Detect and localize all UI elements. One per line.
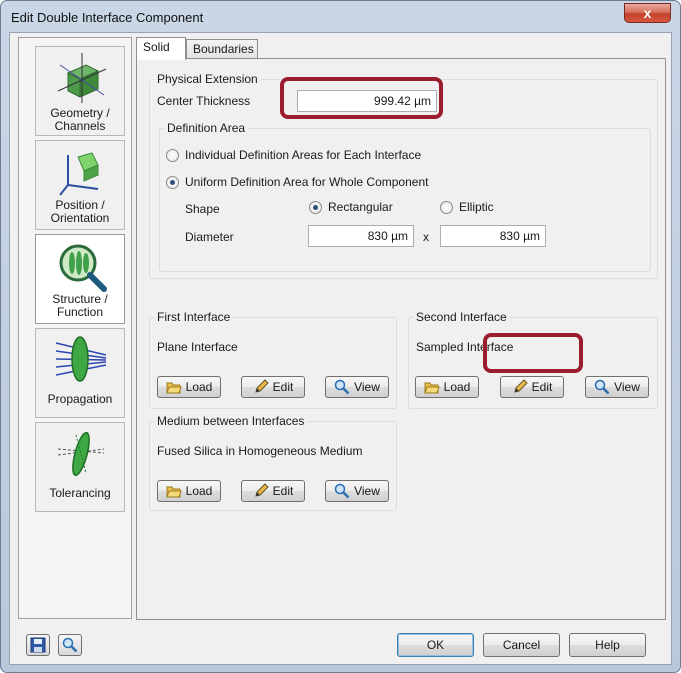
nav-item-geometry[interactable]: Geometry / Channels [35,46,125,136]
help-button[interactable]: Help [569,633,646,657]
zoom-button[interactable] [58,634,82,656]
category-nav: Geometry / Channels Position / Orientati… [18,37,132,619]
ok-button[interactable]: OK [397,633,474,657]
first-interface-edit-label: Edit [272,380,294,394]
nav-label-structure: Structure / Function [52,292,108,319]
nav-label-tolerancing: Tolerancing [49,486,111,500]
diameter-x-input[interactable]: 830 µm [308,225,414,247]
tolerancing-lens-icon [57,431,105,477]
physical-extension-title: Physical Extension [154,72,261,86]
second-interface-view-label: View [614,380,640,394]
medium-title: Medium between Interfaces [154,414,308,428]
geometry-cube-icon [57,53,107,103]
magnifier-icon [594,379,610,395]
first-interface-load-button[interactable]: Load [157,376,221,398]
shape-label: Shape [185,202,220,216]
individual-areas-label: Individual Definition Areas for Each Int… [185,148,422,162]
medium-group: Medium between Interfaces Fused Silica i… [149,414,397,511]
first-interface-view-label: View [354,380,380,394]
definition-area-title: Definition Area [164,121,249,135]
edit-button-highlight [483,333,583,373]
close-icon: x [643,5,652,21]
nav-item-tolerancing[interactable]: Tolerancing [35,422,125,512]
close-button[interactable]: x [624,3,671,23]
second-interface-view-button[interactable]: View [585,376,649,398]
medium-edit-label: Edit [272,484,294,498]
pencil-icon [254,483,269,497]
nav-item-structure[interactable]: Structure / Function [35,234,125,324]
first-interface-view-button[interactable]: View [325,376,389,398]
nav-item-propagation[interactable]: Propagation [35,328,125,418]
dialog-client: Geometry / Channels Position / Orientati… [9,32,672,665]
medium-view-button[interactable]: View [325,480,389,502]
uniform-area-label: Uniform Definition Area for Whole Compon… [185,175,429,189]
save-button[interactable] [26,634,50,656]
center-thickness-highlight [280,77,443,119]
diameter-times-label: x [423,230,429,244]
definition-area-group: Definition Area Individual Definition Ar… [159,121,651,272]
tab-solid[interactable]: Solid [136,37,186,60]
folder-open-icon [165,486,182,498]
rectangular-radio[interactable] [309,201,322,214]
position-axes-icon [59,152,99,196]
propagation-lens-icon [55,336,107,382]
floppy-disk-icon [30,637,46,653]
diameter-label: Diameter [185,230,234,244]
nav-label-geometry: Geometry / Channels [50,106,110,133]
nav-label-position: Position / Orientation [50,198,110,225]
elliptic-label: Elliptic [459,200,494,214]
first-interface-group: First Interface Plane Interface Load Edi… [149,310,397,409]
second-interface-edit-label: Edit [531,380,553,394]
pencil-icon [254,379,269,393]
individual-areas-radio[interactable] [166,149,179,162]
title-bar[interactable]: Edit Double Interface Component x [1,1,680,34]
first-interface-load-label: Load [185,380,213,394]
first-interface-title: First Interface [154,310,234,324]
magnifier-icon [334,483,350,499]
nav-item-position[interactable]: Position / Orientation [35,140,125,230]
folder-open-icon [165,382,182,394]
center-thickness-label: Center Thickness [157,94,251,108]
first-interface-value: Plane Interface [157,340,238,354]
second-interface-load-label: Load [443,380,471,394]
magnifier-icon [62,637,78,653]
elliptic-radio[interactable] [440,201,453,214]
second-interface-edit-button[interactable]: Edit [500,376,564,398]
first-interface-edit-button[interactable]: Edit [241,376,305,398]
cancel-button[interactable]: Cancel [483,633,560,657]
folder-open-icon [423,382,440,394]
medium-view-label: View [354,484,380,498]
tab-panel-solid: Physical Extension Center Thickness 999.… [136,58,666,620]
window-title: Edit Double Interface Component [11,10,204,25]
rectangular-label: Rectangular [328,200,393,214]
dialog-window: Edit Double Interface Component x Geomet… [0,0,681,673]
pencil-icon [513,379,528,393]
magnifier-icon [334,379,350,395]
second-interface-title: Second Interface [413,310,510,324]
medium-value: Fused Silica in Homogeneous Medium [157,444,363,458]
second-interface-load-button[interactable]: Load [415,376,479,398]
medium-load-button[interactable]: Load [157,480,221,502]
uniform-area-radio[interactable] [166,176,179,189]
structure-magnifier-icon [59,244,107,292]
diameter-y-input[interactable]: 830 µm [440,225,546,247]
medium-edit-button[interactable]: Edit [241,480,305,502]
tab-boundaries[interactable]: Boundaries [186,39,258,59]
medium-load-label: Load [185,484,213,498]
nav-label-propagation: Propagation [47,392,113,406]
